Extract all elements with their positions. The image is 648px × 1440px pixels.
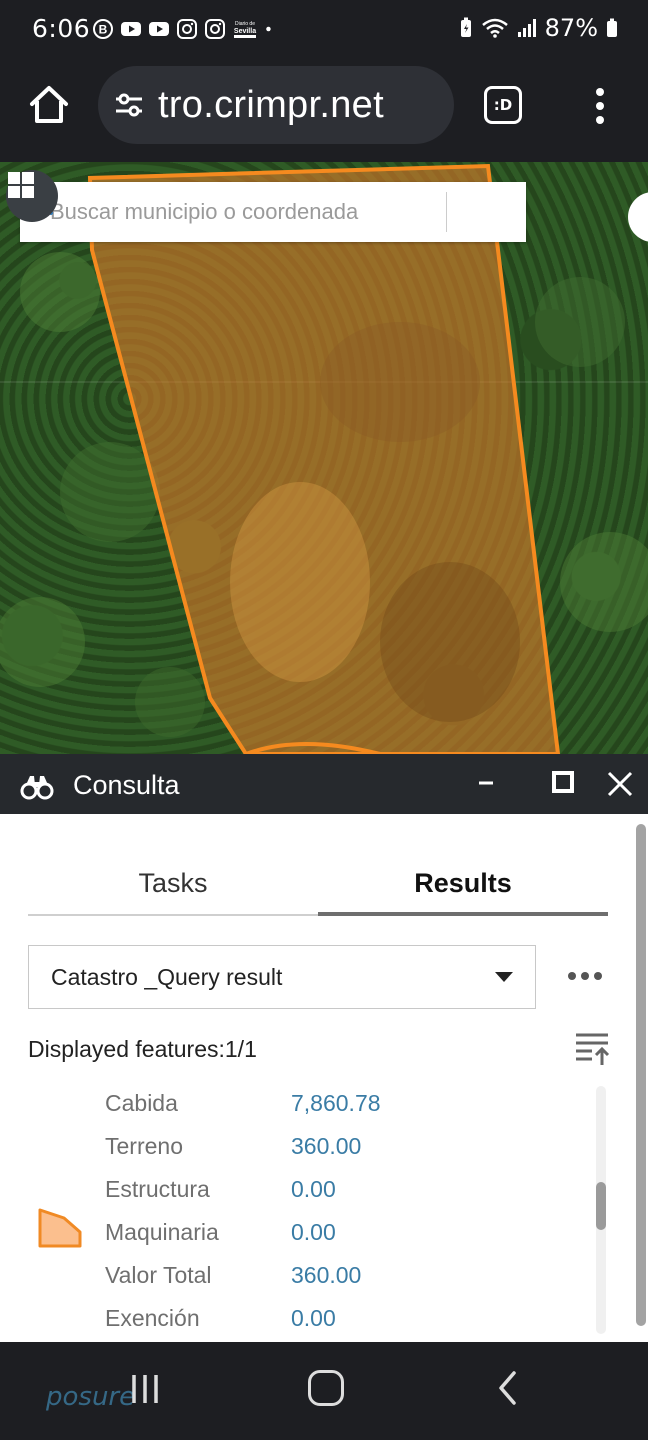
attribute-value: 0.00	[291, 1176, 336, 1202]
attribute-value: 7,860.78	[291, 1090, 381, 1116]
address-bar[interactable]: tro.crimpr.net	[98, 66, 454, 144]
panel-scrollbar-thumb[interactable]	[636, 824, 646, 1326]
b-circle-icon: B	[93, 19, 113, 39]
attribute-key: Maquinaria	[105, 1219, 219, 1245]
youtube-icon	[121, 22, 141, 36]
table-row: Maquinaria 0.00	[105, 1215, 575, 1258]
attribute-key: Cabida	[105, 1090, 178, 1116]
svg-text:Diario de: Diario de	[235, 21, 255, 27]
browser-toolbar: tro.crimpr.net :D	[0, 60, 648, 162]
attribute-value: 360.00	[291, 1133, 362, 1159]
tab-switcher-button[interactable]: :D	[484, 86, 522, 124]
query-panel: Tasks Results Catastro _Query result Dis…	[0, 814, 648, 1342]
close-icon[interactable]	[606, 770, 634, 798]
attribute-key: Valor Total	[105, 1262, 212, 1288]
tab-results[interactable]: Results	[318, 854, 608, 916]
panel-title: Consulta	[73, 770, 180, 800]
polygon-symbol-icon[interactable]	[36, 1202, 84, 1250]
displayed-features-label: Displayed features:1/1	[28, 1036, 257, 1062]
table-row: Valor Total 360.00	[105, 1258, 575, 1301]
tab-tasks[interactable]: Tasks	[28, 854, 318, 916]
back-icon[interactable]	[496, 1370, 520, 1406]
url-text: tro.crimpr.net	[158, 83, 384, 126]
status-time: 6:06	[32, 14, 91, 43]
panel-tabs: Tasks Results	[28, 854, 608, 916]
minimize-icon[interactable]	[476, 768, 496, 798]
attribute-value: 0.00	[291, 1305, 336, 1331]
battery-saver-icon	[460, 17, 471, 37]
grid-icon	[8, 172, 34, 198]
svg-text:B: B	[99, 23, 108, 37]
sort-list-icon[interactable]	[574, 1030, 610, 1068]
watermark-text: posure	[46, 1382, 136, 1412]
system-status: 87%	[459, 14, 618, 42]
attribute-key: Terreno	[105, 1133, 183, 1159]
maximize-icon[interactable]	[552, 771, 574, 793]
signal-icon	[517, 19, 536, 37]
notification-icons: B Diario de Sevilla	[92, 18, 278, 40]
table-row: Exención 0.00	[105, 1301, 575, 1342]
layer-select-value: Catastro _Query result	[51, 964, 283, 990]
attribute-value: 360.00	[291, 1262, 362, 1288]
battery-icon	[607, 18, 617, 37]
recents-icon[interactable]	[128, 1372, 162, 1406]
results-scrollbar-thumb[interactable]	[596, 1182, 606, 1230]
binoculars-icon	[20, 776, 54, 800]
search-input[interactable]	[20, 182, 446, 242]
svg-text:Sevilla: Sevilla	[234, 28, 256, 35]
panel-header: Consulta	[0, 754, 648, 814]
search-divider	[446, 192, 447, 232]
search-box	[20, 182, 526, 242]
home-icon[interactable]	[308, 1370, 344, 1406]
layer-select[interactable]: Catastro _Query result	[28, 945, 536, 1009]
more-horiz-icon[interactable]	[568, 966, 604, 986]
table-row: Terreno 360.00	[105, 1129, 575, 1172]
more-vert-icon[interactable]	[590, 84, 610, 128]
youtube-icon	[149, 22, 169, 36]
table-row: Estructura 0.00	[105, 1172, 575, 1215]
watermark-logo: posure	[16, 1378, 146, 1428]
tune-icon[interactable]	[112, 88, 146, 122]
attribute-value: 0.00	[291, 1219, 336, 1245]
instagram-icon	[177, 19, 197, 39]
attributes-table: Cabida 7,860.78 Terreno 360.00 Estructur…	[105, 1086, 575, 1342]
battery-percent: 87%	[544, 14, 598, 42]
attribute-key: Exención	[105, 1305, 200, 1331]
map-view[interactable]	[0, 162, 648, 754]
wifi-icon	[481, 18, 508, 38]
status-bar: 6:06 B Diario de Sevilla 87%	[0, 0, 648, 60]
grid-menu-button[interactable]	[6, 170, 58, 222]
table-row: Cabida 7,860.78	[105, 1086, 575, 1129]
chevron-down-icon	[495, 972, 513, 982]
system-nav-bar: posure	[0, 1342, 648, 1440]
map-overlay	[0, 162, 648, 754]
attribute-key: Estructura	[105, 1176, 210, 1202]
dot-icon	[266, 26, 271, 32]
home-icon[interactable]	[26, 82, 72, 128]
instagram-icon	[205, 19, 225, 39]
diario-de-sevilla-icon: Diario deSevilla	[234, 21, 256, 38]
